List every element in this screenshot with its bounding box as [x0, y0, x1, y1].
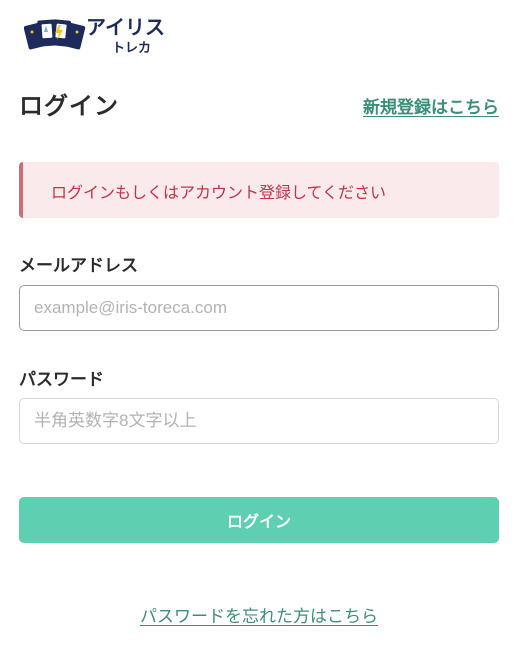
password-label: パスワード [19, 370, 104, 390]
password-input[interactable] [19, 398, 499, 444]
forgot-password-link[interactable]: パスワードを忘れた方はこちら [140, 607, 378, 627]
forgot-password-row: パスワードを忘れた方はこちら [0, 602, 518, 627]
alert-message: ログインもしくはアカウント登録してください [51, 183, 387, 202]
email-input[interactable] [19, 285, 499, 331]
login-page: アイリス トレカ ログイン 新規登録はこちら ログインもしくはアカウント登録して… [0, 0, 518, 666]
login-required-alert: ログインもしくはアカウント登録してください [19, 162, 499, 218]
email-label: メールアドレス [19, 256, 138, 276]
app-logo[interactable]: アイリス トレカ [24, 10, 174, 60]
register-link[interactable]: 新規登録はこちら [363, 93, 499, 118]
login-button[interactable]: ログイン [19, 497, 499, 543]
logo-main-text: アイリス [86, 15, 165, 39]
logo-sub-text: トレカ [112, 41, 151, 56]
cards-logo-icon: アイリス トレカ [24, 15, 165, 56]
page-title: ログイン [19, 92, 119, 120]
